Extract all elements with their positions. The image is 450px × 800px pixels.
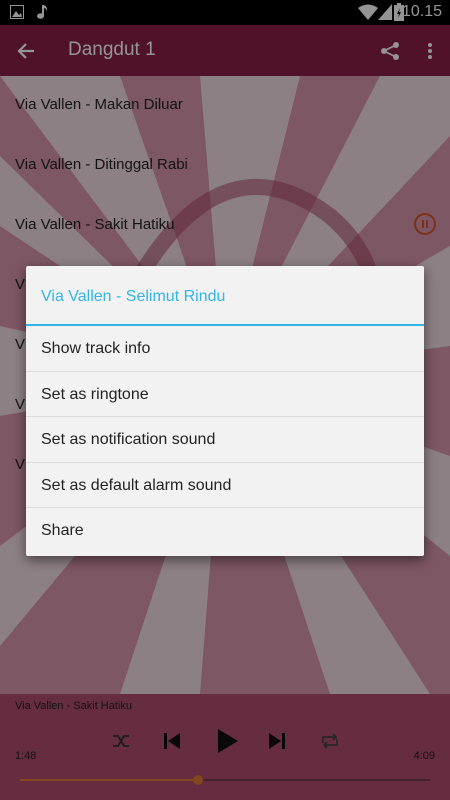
track-options-dialog: Via Vallen - Selimut Rindu Show track in…	[26, 266, 424, 556]
set-notification-sound-option[interactable]: Set as notification sound	[26, 417, 424, 463]
dialog-title: Via Vallen - Selimut Rindu	[26, 266, 424, 326]
share-option[interactable]: Share	[26, 508, 424, 554]
show-track-info-option[interactable]: Show track info	[26, 326, 424, 372]
set-alarm-sound-option[interactable]: Set as default alarm sound	[26, 463, 424, 508]
set-ringtone-option[interactable]: Set as ringtone	[26, 372, 424, 417]
